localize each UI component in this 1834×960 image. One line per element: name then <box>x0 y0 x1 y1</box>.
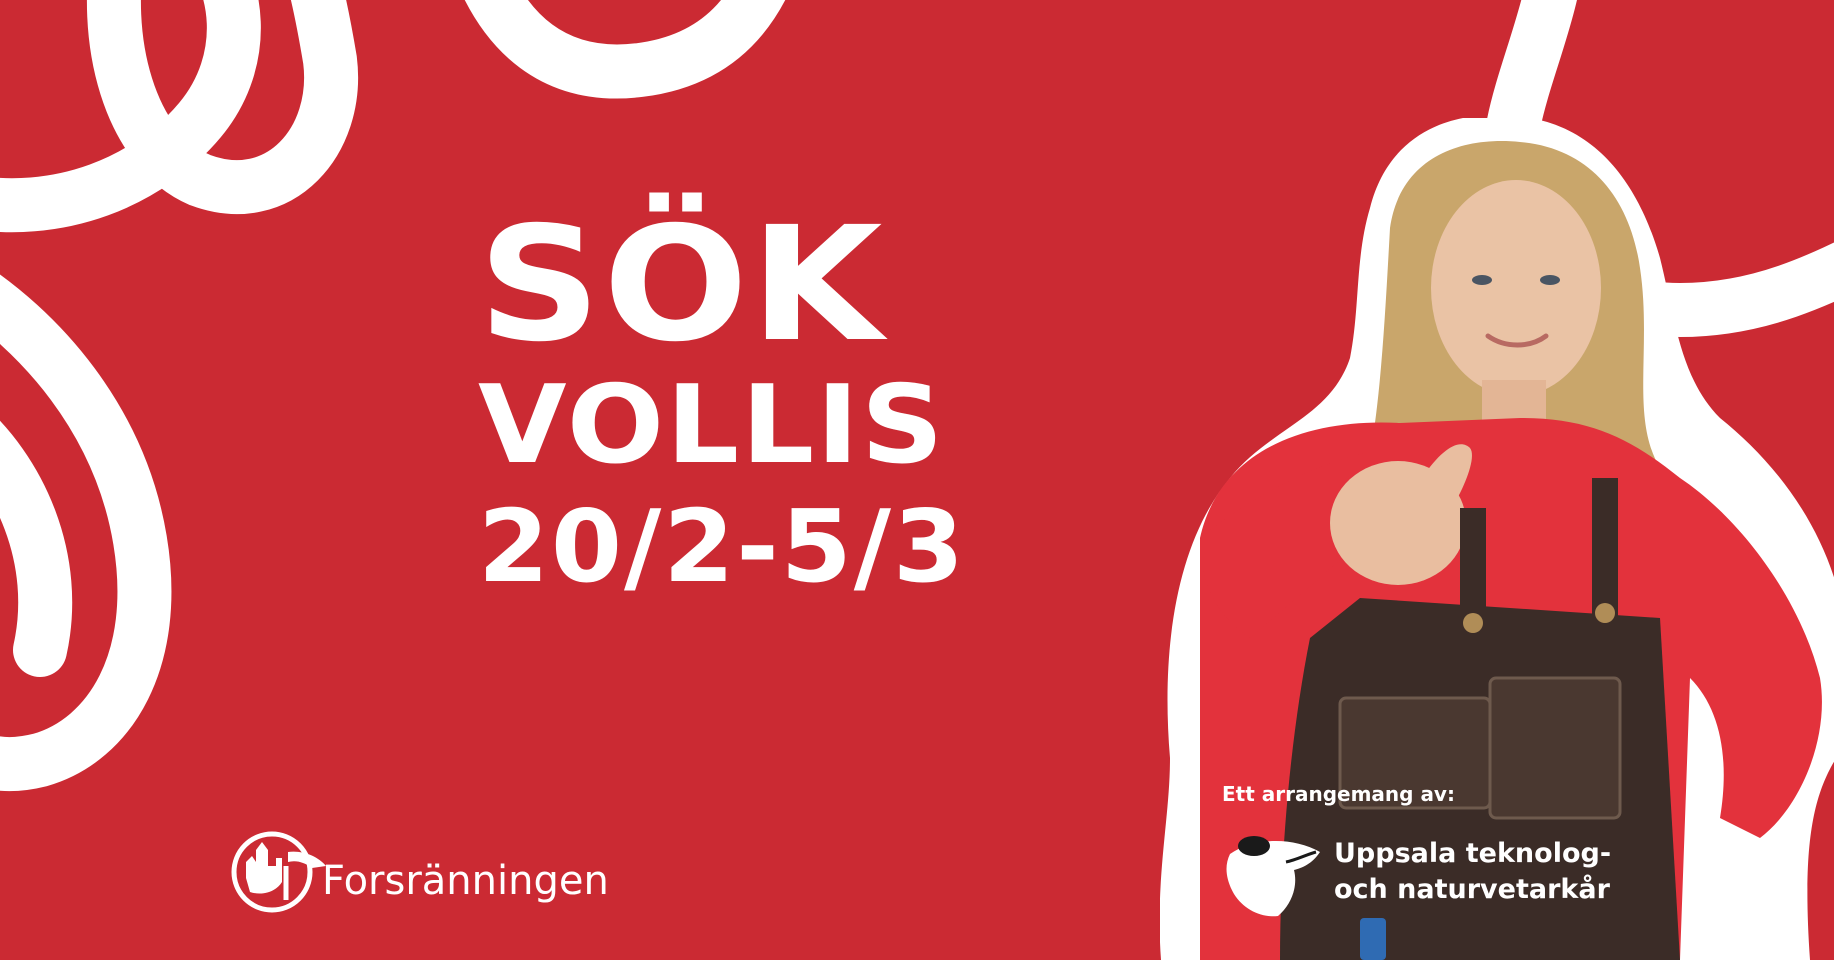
headline: SÖK VOLLIS 20/2-5/3 <box>478 205 1048 607</box>
organizer-name: Uppsala teknolog- och naturvetarkår <box>1334 836 1611 908</box>
organizer-name-line-2: och naturvetarkår <box>1334 874 1610 905</box>
poster-canvas: SÖK VOLLIS 20/2-5/3 Forsränningen Ett ar… <box>0 0 1834 960</box>
headline-dates: 20/2-5/3 <box>478 488 967 605</box>
forsranningen-name: Forsränningen <box>322 858 609 904</box>
organizer-caption: Ett arrangemang av: <box>1222 782 1455 806</box>
organizer-name-line-1: Uppsala teknolog- <box>1334 838 1612 869</box>
headline-line-2: VOLLIS <box>478 363 946 488</box>
organizer-logo: Uppsala teknolog- och naturvetarkår <box>1222 824 1611 920</box>
forsranningen-logo: Forsränningen <box>226 822 609 918</box>
utn-logo-icon <box>1226 836 1320 917</box>
headline-line-1: SÖK <box>478 193 885 377</box>
forsranningen-emblem-icon <box>231 831 326 913</box>
organizer-block: Ett arrangemang av: Uppsala teknolog- oc… <box>1222 782 1611 920</box>
